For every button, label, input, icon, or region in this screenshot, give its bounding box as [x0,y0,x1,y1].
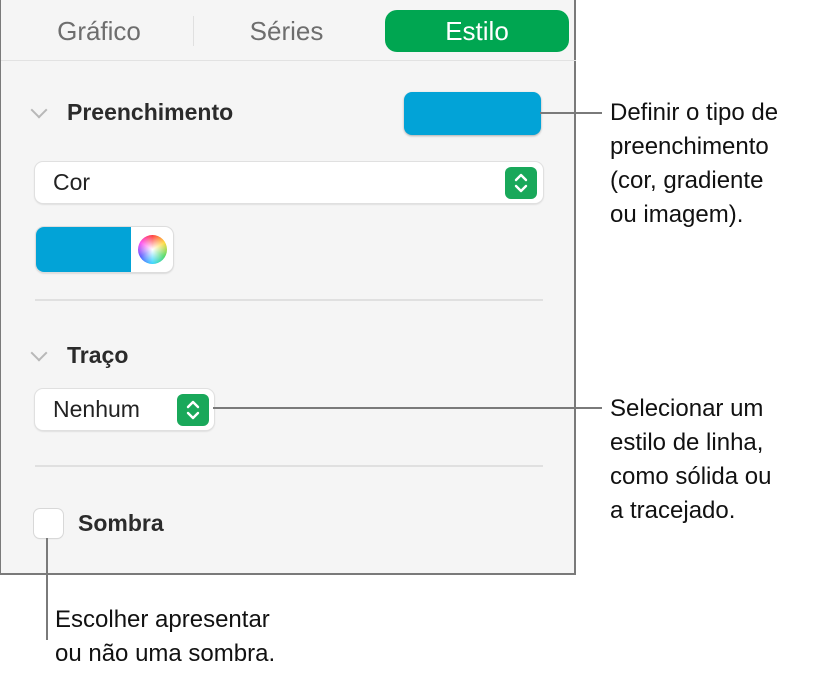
callout-line: Escolher apresentar [55,606,270,633]
callout-line: Selecionar um [610,395,764,422]
stroke-style-select[interactable]: Nenhum [35,389,214,430]
stepper-arrows-icon [505,167,537,199]
fill-color-swatch-button[interactable] [404,92,541,135]
stroke-section-title: Traço [67,342,129,368]
color-wheel-icon[interactable] [138,235,167,264]
fill-type-select[interactable]: Cor [35,162,543,203]
stroke-style-value: Nenhum [53,396,140,422]
callout-line: ou imagem). [610,201,744,228]
callout-line: (cor, gradiente [610,167,764,194]
tab-bar: Gráfico Séries Estilo [1,0,576,61]
stroke-disclosure-chevron-icon[interactable] [30,344,48,362]
color-well-fill[interactable] [36,227,131,272]
callout-line-stroke [213,407,602,409]
shadow-label: Sombra [78,510,164,536]
fill-type-value: Cor [53,169,91,195]
callout-line: ou não uma sombra. [55,640,276,667]
section-divider [35,465,543,467]
callout-stroke: Selecionar um estilo de linha, como sóli… [610,392,771,528]
tab-chart[interactable]: Gráfico [19,10,179,52]
stepper-arrows-icon [177,394,209,426]
fill-disclosure-chevron-icon[interactable] [30,101,48,119]
shadow-checkbox[interactable] [34,509,63,538]
tab-separator [193,16,194,46]
callout-line-fill [540,112,602,114]
fill-section-title: Preenchimento [67,99,234,125]
callout-fill: Definir o tipo de preenchimento (cor, gr… [610,96,778,232]
format-sidebar: Gráfico Séries Estilo Preenchimento Cor … [0,0,576,575]
callout-line: preenchimento [610,133,769,160]
tab-series[interactable]: Séries [199,10,374,52]
color-well[interactable] [36,227,173,272]
callout-line: como sólida ou [610,463,772,490]
callout-line: Definir o tipo de [610,99,779,126]
callout-shadow: Escolher apresentar ou não uma sombra. [55,603,275,671]
callout-line: estilo de linha, [610,429,764,456]
tab-style[interactable]: Estilo [385,10,569,52]
section-divider [35,299,543,301]
callout-line: a tracejado. [610,497,736,524]
callout-line-shadow [46,538,48,640]
